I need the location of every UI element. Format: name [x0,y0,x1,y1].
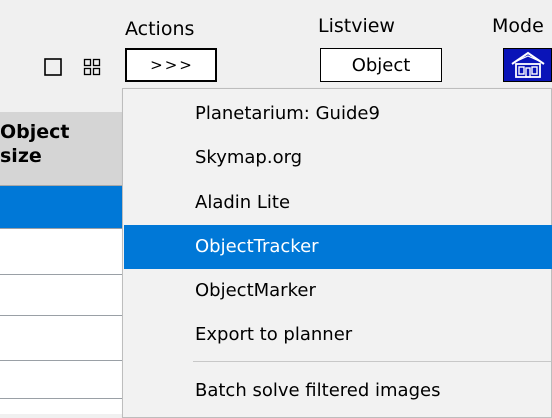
menu-item-batch-solve[interactable]: Batch solve filtered images [124,369,552,413]
menu-item-planetarium-guide9[interactable]: Planetarium: Guide9 [124,92,552,136]
grid-row[interactable] [0,361,123,399]
menu-item-objectmarker[interactable]: ObjectMarker [124,269,552,313]
mode-button[interactable] [503,48,552,82]
mode-label: Mode [492,15,544,37]
listview-button[interactable]: Object [320,48,442,82]
menu-item-objecttracker[interactable]: ObjectTracker [124,225,552,269]
grid-header-object-size: Object size [0,120,120,168]
grid-row[interactable] [0,316,123,361]
menu-item-aladin-lite[interactable]: Aladin Lite [124,181,552,225]
header-line-1: Object [0,121,70,143]
menu-item-export-to-planner[interactable]: Export to planner [124,313,552,357]
header-line-2: size [0,145,42,167]
menu-item-skymap-org[interactable]: Skymap.org [124,136,552,180]
grid-row[interactable] [0,399,123,414]
square-icon [44,58,62,76]
grid-row[interactable] [0,229,123,275]
grid-view-button[interactable] [79,54,105,80]
single-view-button[interactable] [40,54,66,80]
house-icon [510,51,545,78]
actions-button[interactable]: >>> [125,48,217,82]
grid-row-selected[interactable] [0,186,123,229]
actions-dropdown-menu: Planetarium: Guide9 Skymap.org Aladin Li… [122,88,552,418]
actions-label: Actions [125,18,195,40]
grid-row[interactable] [0,275,123,316]
listview-label: Listview [318,15,395,37]
menu-separator [193,361,551,362]
grid-icon [83,58,101,76]
